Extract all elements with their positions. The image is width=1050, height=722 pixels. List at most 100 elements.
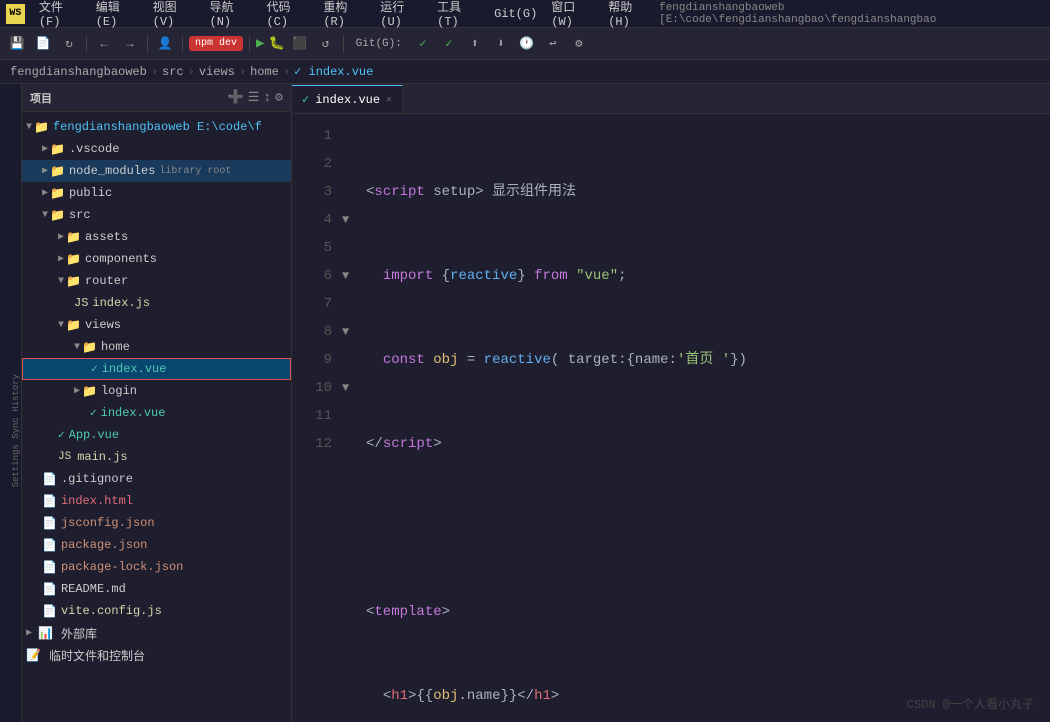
fold-4[interactable]: ▼ [342,206,358,234]
root-name: fengdianshangbaoweb E:\code\f [53,120,262,134]
git-undo[interactable]: ↩ [542,33,564,55]
git-clock[interactable]: 🕐 [516,33,538,55]
tree-gitignore[interactable]: 📄 .gitignore [22,468,291,490]
tree-components[interactable]: ▶ 📁 components [22,248,291,270]
tree-package-lock[interactable]: 📄 package-lock.json [22,556,291,578]
toolbar-new[interactable]: 📄 [32,33,54,55]
git-push[interactable]: ⬆ [464,33,486,55]
debug-button[interactable]: 🐛 [268,36,284,51]
vite-config-icon: 📄 [42,604,57,619]
login-index-name: index.vue [101,406,166,420]
toolbar-refresh[interactable]: ↻ [58,33,80,55]
breadcrumb-home[interactable]: home [250,65,279,79]
toolbar-user[interactable]: 👤 [154,33,176,55]
menu-refactor[interactable]: 重构(R) [317,0,372,31]
tree-src[interactable]: ▼ 📁 src [22,204,291,226]
tree-router-index[interactable]: JS index.js [22,292,291,314]
tree-app-vue[interactable]: ✓ App.vue [22,424,291,446]
settings-sync-bar: Settings Sync History [0,84,22,722]
breadcrumb-file[interactable]: ✓ index.vue [294,64,373,79]
tree-views[interactable]: ▼ 📁 views [22,314,291,336]
vscode-folder-icon: 📁 [50,142,65,157]
menu-run[interactable]: 运行(U) [374,0,429,31]
tree-root[interactable]: ▼ 📁 fengdianshangbaoweb E:\code\f [22,116,291,138]
tree-vscode[interactable]: ▶ 📁 .vscode [22,138,291,160]
toolbar-restart[interactable]: ↺ [315,33,337,55]
tree-assets[interactable]: ▶ 📁 assets [22,226,291,248]
app-vue-icon: ✓ [58,428,65,442]
tree-login[interactable]: ▶ 📁 login [22,380,291,402]
tree-home[interactable]: ▼ 📁 home [22,336,291,358]
sidebar-gear-icon[interactable]: ⚙ [275,90,283,105]
tree-login-index[interactable]: ✓ index.vue [22,402,291,424]
npm-dev-badge[interactable]: npm dev [189,36,243,51]
line-num-11: 11 [292,402,332,430]
breadcrumb-views[interactable]: views [199,65,235,79]
menu-navigate[interactable]: 导航(N) [204,0,259,31]
tree-home-index[interactable]: ✓ index.vue [22,358,291,380]
line-numbers: 1 2 3 4 5 6 7 8 9 10 11 12 [292,114,342,722]
tree-temp-console[interactable]: 📝 临时文件和控制台 [22,644,291,666]
git-check1[interactable]: ✓ [412,33,434,55]
code-line-4: </script> [366,430,1050,458]
tree-external-libraries[interactable]: ▶ 📊 外部库 [22,622,291,644]
node-modules-chevron: ▶ [42,165,48,177]
menu-view[interactable]: 视图(V) [147,0,202,31]
git-settings[interactable]: ⚙ [568,33,590,55]
sidebar-sort-icon[interactable]: ↕ [263,90,271,105]
package-json-name: package.json [61,538,147,552]
vscode-chevron: ▶ [42,143,48,155]
menu-edit[interactable]: 编辑(E) [90,0,145,31]
gitignore-icon: 📄 [42,472,57,487]
breadcrumb-src[interactable]: src [162,65,184,79]
tree-vite-config[interactable]: 📄 vite.config.js [22,600,291,622]
sidebar-layout-icon[interactable]: ☰ [248,90,260,105]
tree-index-html[interactable]: 📄 index.html [22,490,291,512]
toolbar-stop[interactable]: ⬛ [289,33,311,55]
git-check2[interactable]: ✓ [438,33,460,55]
git-pull[interactable]: ⬇ [490,33,512,55]
menu-code[interactable]: 代码(C) [260,0,315,31]
fold-6[interactable]: ▼ [342,262,358,290]
breadcrumb-sep-4: › [283,65,290,79]
tree-public[interactable]: ▶ 📁 public [22,182,291,204]
tree-router[interactable]: ▼ 📁 router [22,270,291,292]
editor-tab-index-vue[interactable]: ✓ index.vue ✕ [292,85,403,113]
fold-8[interactable]: ▼ [342,318,358,346]
run-button[interactable]: ▶ [256,35,264,52]
code-line-6: <template> [366,598,1050,626]
settings-sync-label[interactable]: Settings Sync History [11,374,21,487]
tree-node-modules[interactable]: ▶ 📁 node_modules library root [22,160,291,182]
toolbar-back[interactable]: ← [93,33,115,55]
menu-window[interactable]: 窗口(W) [545,0,600,31]
fold-10[interactable]: ▼ [342,374,358,402]
app-vue-name: App.vue [69,428,119,442]
menu-git[interactable]: Git(G) [488,5,543,23]
breadcrumb-root[interactable]: fengdianshangbaoweb [10,65,147,79]
file-tree: ▼ 📁 fengdianshangbaoweb E:\code\f ▶ 📁 .v… [22,112,291,722]
menu-tools[interactable]: 工具(T) [431,0,486,31]
src-chevron: ▼ [42,210,48,221]
fold-12 [342,430,358,458]
menu-file[interactable]: 文件(F) [33,0,88,31]
code-content[interactable]: <script setup> 显示组件用法 import {reactive} … [358,114,1050,722]
components-name: components [85,252,157,266]
toolbar-save[interactable]: 💾 [6,33,28,55]
menu-help[interactable]: 帮助(H) [602,0,657,31]
toolbar-forward[interactable]: → [119,33,141,55]
watermark: CSDN @一个人看小丸子 [907,695,1034,712]
router-index-name: index.js [92,296,150,310]
tree-readme[interactable]: 📄 README.md [22,578,291,600]
views-name: views [85,318,121,332]
tab-close-icon[interactable]: ✕ [386,94,392,106]
home-index-name: index.vue [102,362,167,376]
tab-vue-icon: ✓ [302,92,309,107]
app-logo: WS [6,4,25,24]
home-folder-icon: 📁 [82,340,97,355]
tree-jsconfig[interactable]: 📄 jsconfig.json [22,512,291,534]
tree-main-js[interactable]: JS main.js [22,446,291,468]
src-folder-icon: 📁 [50,208,65,223]
tree-package-json[interactable]: 📄 package.json [22,534,291,556]
sidebar-add-icon[interactable]: ➕ [228,90,244,105]
package-json-icon: 📄 [42,538,57,553]
